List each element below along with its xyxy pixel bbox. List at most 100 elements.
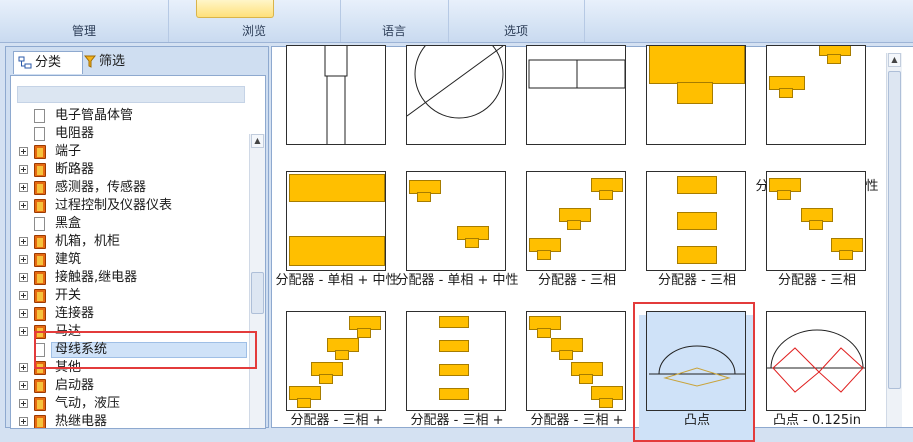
busbar-block	[319, 374, 333, 384]
symbol-label: 凸点 - 0.125in	[772, 413, 862, 428]
busbar-block	[297, 398, 311, 408]
tree-item[interactable]: 电子管晶体管	[11, 107, 247, 125]
symbol-tile[interactable]: 分配器 - 单相 + 中性	[395, 169, 519, 301]
scroll-up-arrow-icon[interactable]: ▲	[251, 134, 264, 148]
book-icon	[34, 379, 46, 393]
tree-item[interactable]: 接触器,继电器	[11, 269, 247, 287]
symbol-label: 分配器 - 单相 + 中性	[395, 273, 519, 288]
symbol-preview	[766, 311, 866, 411]
tree-item[interactable]: 建筑	[11, 251, 247, 269]
expand-plus-icon[interactable]	[19, 183, 28, 192]
tree-item[interactable]: 开关	[11, 287, 247, 305]
tree-item[interactable]: 启动器	[11, 377, 247, 395]
ribbon-group-label: 语言	[381, 24, 406, 38]
ribbon-group-browse[interactable]: 浏览	[168, 0, 341, 42]
expand-plus-icon[interactable]	[19, 237, 28, 246]
busbar-block	[335, 350, 349, 360]
busbar-block	[677, 82, 713, 104]
symbol-label: 分配器 - 三相 +	[290, 413, 384, 428]
symbol-tile[interactable]: 分配器 - 三相 +	[279, 309, 395, 441]
symbol-tile[interactable]: 分接头	[519, 45, 635, 194]
tree-item[interactable]: 气动，液压	[11, 395, 247, 413]
busbar-block	[677, 212, 717, 230]
symbol-tile[interactable]: 端子	[399, 45, 515, 194]
busbar-block	[827, 54, 841, 64]
tree-item[interactable]: 端子	[11, 143, 247, 161]
expand-plus-icon[interactable]	[19, 291, 28, 300]
busbar-block	[649, 46, 745, 84]
tree-item-label: 气动，液压	[55, 396, 121, 411]
expand-plus-icon[interactable]	[19, 201, 28, 210]
busbar-block	[839, 250, 853, 260]
gallery-scrollbar[interactable]: ▲	[886, 53, 902, 427]
symbol-preview	[286, 171, 386, 271]
book-icon	[34, 235, 46, 249]
busbar-block	[579, 374, 593, 384]
symbol-tile[interactable]: 分配器 - 三相	[519, 169, 635, 301]
symbol-preview	[406, 171, 506, 271]
bump-drawing	[767, 329, 865, 393]
symbol-label: 分配器 - 三相	[658, 273, 736, 288]
ribbon-group-label: 选项	[503, 24, 528, 38]
tree-header-row	[17, 86, 245, 103]
category-panel: 分类 筛选 电子管晶体管 电阻器 端子 断路器 感测器，传感器 过程控制及仪器仪表 黑盒 机箱…	[5, 46, 269, 429]
symbol-tile[interactable]: 分配器 - 单相	[639, 45, 755, 194]
tap-drawing	[528, 59, 625, 89]
terminal-drawing	[407, 46, 504, 119]
tree-item[interactable]: 机箱，机柜	[11, 233, 247, 251]
symbol-tile[interactable]: 凸点 - 0.125in	[759, 309, 875, 441]
ribbon-group-label: 浏览	[241, 24, 266, 38]
book-icon	[34, 145, 46, 159]
symbol-tile[interactable]: 分配器 - 三相	[639, 169, 755, 301]
ribbon-group-language[interactable]: 语言	[340, 0, 449, 42]
symbol-tile[interactable]: 分配器 - 三相 +	[519, 309, 635, 441]
expand-plus-icon[interactable]	[19, 147, 28, 156]
busbar-drawing	[324, 46, 348, 144]
category-tree[interactable]: 电子管晶体管 电阻器 端子 断路器 感测器，传感器 过程控制及仪器仪表 黑盒 机箱，机柜建筑接…	[10, 75, 266, 429]
tree-item[interactable]: 断路器	[11, 161, 247, 179]
tree-item[interactable]: 过程控制及仪器仪表	[11, 197, 247, 215]
busbar-block	[439, 364, 469, 376]
expand-plus-icon[interactable]	[19, 273, 28, 282]
tree-item-label: 机箱，机柜	[55, 234, 121, 249]
symbol-tile[interactable]: [Busbar]	[279, 45, 395, 194]
scroll-up-arrow-icon[interactable]: ▲	[888, 53, 901, 67]
tab-filter[interactable]: 筛选	[80, 51, 148, 73]
busbar-block	[439, 316, 469, 328]
symbol-preview	[766, 45, 866, 145]
expand-plus-icon[interactable]	[19, 399, 28, 408]
tree-item[interactable]: 热继电器	[11, 413, 247, 428]
scroll-thumb[interactable]	[888, 71, 901, 389]
busbar-block	[599, 398, 613, 408]
expand-plus-icon[interactable]	[19, 255, 28, 264]
expand-plus-icon[interactable]	[19, 327, 28, 336]
tab-category[interactable]: 分类	[13, 51, 83, 74]
expand-plus-icon[interactable]	[19, 309, 28, 318]
expand-plus-icon[interactable]	[19, 165, 28, 174]
ribbon-group-options[interactable]: 选项	[448, 0, 585, 42]
expand-plus-icon[interactable]	[19, 363, 28, 372]
scroll-thumb[interactable]	[251, 272, 264, 314]
symbol-tile[interactable]: 分配器 - 单相 + 中性	[275, 169, 399, 301]
tree-item[interactable]: 电阻器	[11, 125, 247, 143]
book-icon	[34, 289, 46, 303]
tree-item-label: 接触器,继电器	[55, 270, 138, 285]
busbar-block	[777, 190, 791, 200]
tree-item-label: 连接器	[55, 306, 95, 321]
symbol-label: 分配器 - 三相	[778, 273, 856, 288]
expand-plus-icon[interactable]	[19, 381, 28, 390]
symbol-gallery[interactable]: [Busbar]端子分接头分配器 - 单相分配器 - 单相 + 中性分配器 - …	[271, 45, 913, 442]
busbar-block	[439, 388, 469, 400]
symbol-label: 分配器 - 单相 + 中性	[275, 273, 399, 288]
tree-item[interactable]: 黑盒	[11, 215, 247, 233]
book-icon	[34, 271, 46, 285]
tree-scrollbar[interactable]: ▲	[249, 134, 265, 428]
expand-plus-icon[interactable]	[19, 417, 28, 426]
tree-item[interactable]: 感测器，传感器	[11, 179, 247, 197]
selected-symbol-highlight-frame	[633, 302, 755, 442]
symbol-tile[interactable]: 分配器 - 三相 +	[399, 309, 515, 441]
symbol-tile[interactable]: 分配器 - 单相 + 中性	[755, 45, 879, 194]
ribbon-group-manage[interactable]: 管理	[0, 0, 169, 42]
symbol-tile[interactable]: 分配器 - 三相	[759, 169, 875, 301]
tree-item[interactable]: 连接器	[11, 305, 247, 323]
